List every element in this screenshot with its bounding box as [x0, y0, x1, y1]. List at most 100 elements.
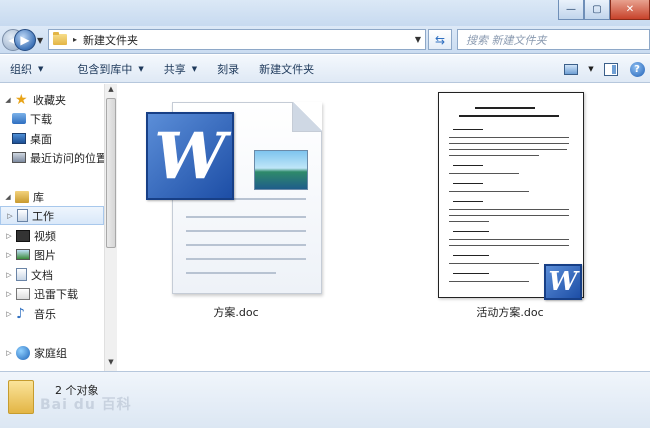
sidebar-item-downloads[interactable]: 下载 [0, 109, 104, 128]
folder-icon [8, 380, 34, 414]
search-input[interactable]: 搜索 新建文件夹 [457, 29, 650, 50]
sidebar-item-homegroup[interactable]: ▷ 家庭组 [0, 343, 104, 362]
thumb-text-line [449, 143, 569, 144]
thumb-text-line [449, 149, 567, 150]
thunder-download-icon [16, 287, 30, 300]
scroll-down-icon[interactable]: ▼ [105, 358, 117, 370]
picture-thumbnail-icon [254, 150, 308, 190]
help-button[interactable]: ? [624, 58, 650, 80]
sidebar-item-recent[interactable]: 最近访问的位置 [0, 148, 104, 167]
thumb-heading-line [453, 129, 483, 130]
thumb-heading-line [453, 165, 483, 166]
forward-button[interactable]: ▶ [14, 29, 36, 51]
sidebar-item-thunder-downloads[interactable]: ▷ 迅雷下载 [0, 284, 104, 303]
thumb-text-line [449, 239, 569, 240]
sidebar-item-work[interactable]: ▷ 工作 [0, 206, 104, 225]
expand-icon[interactable]: ▷ [4, 271, 14, 279]
sidebar-item-music[interactable]: ▷ ♪ 音乐 [0, 304, 104, 323]
include-in-library-button[interactable]: 包含到库中 ▼ [67, 55, 153, 83]
file-item-huodong-fangan[interactable]: W 活动方案.doc [430, 90, 590, 328]
breadcrumb-current[interactable]: 新建文件夹 [83, 32, 138, 48]
text-line [186, 230, 306, 232]
thumb-text-line [449, 173, 519, 174]
sidebar-item-libraries[interactable]: ◢ 库 [0, 187, 104, 206]
scroll-up-icon[interactable]: ▲ [105, 85, 117, 97]
sidebar-item-desktop[interactable]: 桌面 [0, 129, 104, 148]
sidebar-item-pictures[interactable]: ▷ 图片 [0, 245, 104, 264]
expand-icon[interactable]: ▷ [4, 232, 14, 240]
scrollbar-thumb[interactable] [106, 98, 116, 248]
caret-down-icon: ▼ [588, 65, 594, 73]
library-icon [15, 190, 29, 203]
star-icon: ★ [15, 91, 28, 108]
view-dropdown-button[interactable]: ▼ [584, 58, 598, 80]
desktop-icon [12, 133, 26, 144]
video-icon [16, 229, 30, 242]
organize-button[interactable]: 组织 ▼ [0, 55, 53, 83]
refresh-button[interactable]: ⇆ [428, 29, 452, 50]
pictures-icon [16, 249, 30, 260]
thumb-text-line [449, 221, 489, 222]
address-row: ◀ ▶ ▼ ▸ 新建文件夹 ▼ ⇆ 搜索 新建文件夹 [0, 26, 650, 54]
expand-icon[interactable]: ▷ [4, 310, 14, 318]
sidebar-item-label: 工作 [32, 209, 54, 223]
address-bar[interactable]: ▸ 新建文件夹 ▼ [48, 29, 426, 50]
new-folder-button[interactable]: 新建文件夹 [249, 55, 324, 83]
expand-icon[interactable]: ▷ [5, 212, 15, 220]
expand-icon[interactable]: ▷ [4, 290, 14, 298]
file-item-fangan[interactable]: W 方案.doc [146, 98, 326, 328]
homegroup-icon [16, 345, 30, 360]
maximize-button[interactable]: ▢ [584, 0, 610, 20]
sidebar-item-label: 图片 [34, 248, 56, 262]
text-line [186, 244, 306, 246]
document-library-icon [17, 209, 28, 222]
documents-icon [16, 268, 27, 281]
caret-down-icon: ▼ [138, 64, 144, 73]
details-pane: 2 个对象 Bai du 百科 [0, 371, 650, 428]
thumb-text-line [449, 191, 529, 192]
thumb-text-line [449, 215, 569, 216]
sidebar-item-label: 库 [33, 190, 44, 204]
text-line [186, 272, 276, 274]
refresh-icon: ⇆ [434, 32, 446, 47]
help-icon: ? [629, 61, 645, 77]
word-logo-icon: W [146, 112, 234, 200]
sidebar-scrollbar[interactable]: ▲ ▼ [104, 84, 117, 371]
minimize-button[interactable]: — [558, 0, 584, 20]
expand-icon[interactable]: ▷ [4, 251, 14, 259]
preview-pane-button[interactable] [598, 58, 624, 80]
word-overlay-icon: W [544, 264, 582, 300]
thumb-heading-line [453, 255, 489, 256]
sidebar-item-label: 下载 [30, 112, 52, 126]
organize-label: 组织 [10, 62, 32, 76]
sidebar-item-label: 文档 [31, 268, 53, 282]
thumb-heading-line [453, 201, 483, 202]
page-fold-shape [292, 102, 322, 132]
sidebar-item-favorites[interactable]: ◢ ★ 收藏夹 [0, 90, 104, 109]
close-button[interactable]: ✕ [610, 0, 650, 20]
thumb-heading-line [453, 273, 489, 274]
chevron-down-icon[interactable]: ▼ [415, 35, 421, 44]
collapse-icon[interactable]: ◢ [3, 96, 13, 104]
history-dropdown-icon[interactable]: ▼ [37, 36, 43, 45]
sidebar-item-documents[interactable]: ▷ 文档 [0, 265, 104, 284]
window-controls: — ▢ ✕ [558, 0, 650, 20]
collapse-icon[interactable]: ◢ [3, 193, 13, 201]
file-name: 活动方案.doc [476, 306, 544, 319]
sidebar-item-label: 视频 [34, 229, 56, 243]
thumb-text-line [449, 155, 539, 156]
sidebar-item-label: 音乐 [34, 307, 56, 321]
change-view-button[interactable] [558, 58, 584, 80]
thumb-title-line [475, 107, 535, 109]
thumb-text-line [449, 281, 529, 282]
breadcrumb-arrow-icon[interactable]: ▸ [73, 35, 77, 44]
share-label: 共享 [163, 62, 186, 76]
burn-button[interactable]: 刻录 [207, 55, 249, 83]
expand-icon[interactable]: ▷ [4, 349, 14, 357]
share-button[interactable]: 共享 ▼ [154, 55, 207, 83]
sidebar-item-videos[interactable]: ▷ 视频 [0, 226, 104, 245]
navigation-pane: ◢ ★ 收藏夹 下载 桌面 最近访问的位置 ◢ 库 ▷ 工作 ▷ 视频 ▷ 图片… [0, 84, 104, 371]
title-bar: — ▢ ✕ [0, 0, 650, 26]
view-controls: ▼ ? [558, 55, 650, 83]
include-in-library-label: 包含到库中 [77, 62, 133, 76]
